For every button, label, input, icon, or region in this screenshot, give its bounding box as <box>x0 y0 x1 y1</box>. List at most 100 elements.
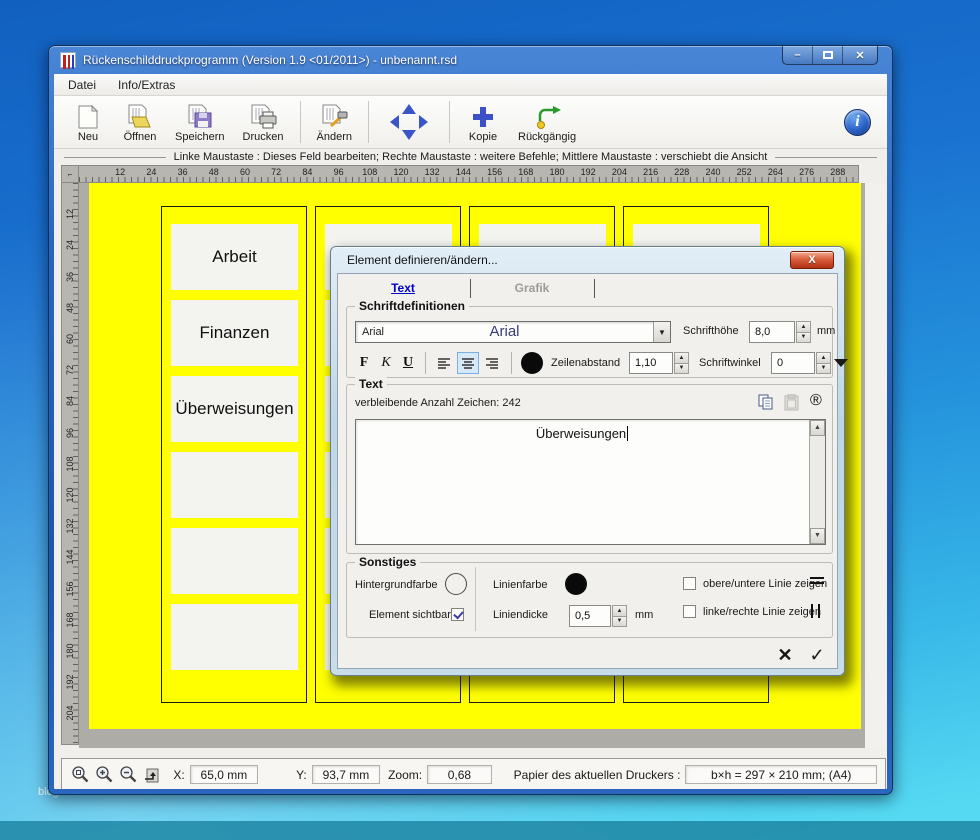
y-label: Y: <box>296 767 307 782</box>
dialog-client: Text Grafik Schriftdefinitionen Arial Ar… <box>337 273 848 669</box>
line-color-swatch[interactable] <box>565 573 587 595</box>
spin-up-icon[interactable]: ▲ <box>816 352 831 364</box>
font-height-field[interactable]: 8,0 <box>749 321 795 343</box>
info-button[interactable]: i <box>844 108 871 136</box>
modify-button[interactable]: Ändern <box>308 100 361 145</box>
canvas-cell[interactable] <box>171 528 298 594</box>
hruler-number: 84 <box>302 167 313 177</box>
minimize-button[interactable]: – <box>783 46 813 64</box>
menu-info-extras[interactable]: Info/Extras <box>118 78 175 92</box>
canvas-column: Arbeit Finanzen Überweisungen <box>161 206 307 703</box>
spin-up-icon[interactable]: ▲ <box>612 605 627 617</box>
hammer-icon <box>319 102 349 130</box>
pan-view-button[interactable] <box>376 100 442 144</box>
canvas-cell[interactable]: Finanzen <box>171 300 298 366</box>
hruler-number: 72 <box>271 167 282 177</box>
desktop: blog Rückenschilddruckprogramm (Version … <box>0 0 980 840</box>
zoom-field[interactable]: 0,68 <box>427 765 492 784</box>
dialog-titlebar[interactable]: Element definieren/ändern... <box>331 247 844 273</box>
canvas-cell[interactable]: Überweisungen <box>171 376 298 442</box>
text-input-area[interactable]: Überweisungen ▲ ▼ <box>355 419 826 545</box>
print-button[interactable]: Drucken <box>234 100 293 145</box>
vruler-number: 96 <box>65 427 75 438</box>
hruler-number: 252 <box>736 167 752 177</box>
hruler-number: 96 <box>333 167 344 177</box>
textarea-scrollbar[interactable]: ▲ ▼ <box>809 420 825 544</box>
pan-page-button[interactable] <box>142 764 163 786</box>
window-controls: – ✕ <box>782 46 878 65</box>
tab-text[interactable]: Text <box>348 279 458 297</box>
vruler-number: 132 <box>65 518 75 534</box>
text-group: Text verbleibende Anzahl Zeichen: 242 ® … <box>346 377 833 554</box>
spin-down-icon[interactable]: ▼ <box>674 363 689 374</box>
vruler-number: 204 <box>65 705 75 721</box>
zoom-fit-button[interactable] <box>70 764 91 786</box>
zoom-in-button[interactable] <box>94 764 115 786</box>
paper-label: Papier des aktuellen Druckers : <box>513 767 681 782</box>
vruler-number: 48 <box>65 302 75 313</box>
spin-down-icon[interactable]: ▼ <box>816 363 831 374</box>
line-color-label: Linienfarbe <box>493 579 548 591</box>
top-bottom-line-label: obere/untere Linie zeigen <box>703 578 828 590</box>
x-position-field[interactable]: 65,0 mm <box>189 765 259 784</box>
canvas-cell-label: Arbeit <box>212 247 257 266</box>
italic-button[interactable]: K <box>377 353 395 373</box>
y-position-field[interactable]: 93,7 mm <box>311 765 381 784</box>
hruler-number: 168 <box>518 167 534 177</box>
registered-symbol-button[interactable]: ® <box>810 392 822 410</box>
spin-down-icon[interactable]: ▼ <box>796 332 811 343</box>
hruler-number: 132 <box>424 167 440 177</box>
align-left-button[interactable] <box>433 352 455 374</box>
zoom-out-button[interactable] <box>118 764 139 786</box>
menu-datei[interactable]: Datei <box>68 78 96 92</box>
horizontal-lines-icon <box>810 577 824 587</box>
dialog-close-button[interactable]: X <box>790 251 834 269</box>
new-button[interactable]: Neu <box>62 100 114 145</box>
align-center-button[interactable] <box>457 352 479 374</box>
copy-button[interactable]: Kopie <box>457 100 509 145</box>
zoom-label: Zoom: <box>388 767 423 782</box>
font-color-swatch[interactable] <box>521 352 543 374</box>
vruler-number: 108 <box>65 456 75 472</box>
close-button[interactable]: ✕ <box>843 46 877 64</box>
line-width-field[interactable]: 0,5 <box>569 605 611 627</box>
copy-icon[interactable] <box>757 394 775 416</box>
ruler-corner: ⌐ <box>61 165 79 183</box>
cancel-button[interactable]: ✕ <box>772 643 798 667</box>
line-spacing-field[interactable]: 1,10 <box>629 352 673 374</box>
font-angle-field[interactable]: 0 <box>771 352 815 374</box>
paste-icon[interactable] <box>783 394 800 416</box>
hint-row: Linke Maustaste : Dieses Feld bearbeiten… <box>54 149 887 165</box>
chevron-down-icon[interactable]: ▼ <box>653 322 670 342</box>
ok-button[interactable]: ✓ <box>804 643 830 667</box>
tab-grafik[interactable]: Grafik <box>472 279 592 297</box>
bold-button[interactable]: F <box>355 353 373 373</box>
canvas-cell[interactable] <box>171 604 298 670</box>
save-button[interactable]: Speichern <box>166 100 234 145</box>
background-color-swatch[interactable] <box>445 573 467 595</box>
menubar: Datei Info/Extras <box>54 74 887 96</box>
spin-up-icon[interactable]: ▲ <box>796 321 811 333</box>
line-width-unit: mm <box>635 609 654 621</box>
font-height-label: Schrifthöhe <box>683 325 739 337</box>
spin-up-icon[interactable]: ▲ <box>674 352 689 364</box>
spin-down-icon[interactable]: ▼ <box>612 616 627 627</box>
horizontal-ruler: 12 24 36 48 60 72 84 96 108 120 132 144 156 168 180 192… <box>79 165 859 183</box>
scroll-down-icon[interactable]: ▼ <box>810 528 825 544</box>
canvas-cell[interactable]: Arbeit <box>171 224 298 290</box>
scroll-up-icon[interactable]: ▲ <box>810 420 825 436</box>
titlebar[interactable]: Rückenschilddruckprogramm (Version 1.9 <… <box>49 46 892 74</box>
top-bottom-line-checkbox[interactable] <box>683 577 696 590</box>
maximize-button[interactable] <box>813 46 843 64</box>
align-right-button[interactable] <box>481 352 503 374</box>
vertical-lines-icon <box>811 604 820 618</box>
angle-dropdown-icon[interactable] <box>834 359 848 367</box>
open-folder-icon <box>125 102 155 130</box>
undo-button[interactable]: Rückgängig <box>509 100 585 145</box>
open-button[interactable]: Öffnen <box>114 100 166 145</box>
underline-button[interactable]: U <box>399 353 417 373</box>
element-visible-checkbox[interactable] <box>451 608 464 621</box>
font-family-combobox[interactable]: Arial Arial ▼ <box>355 321 671 343</box>
canvas-cell[interactable] <box>171 452 298 518</box>
left-right-line-checkbox[interactable] <box>683 605 696 618</box>
